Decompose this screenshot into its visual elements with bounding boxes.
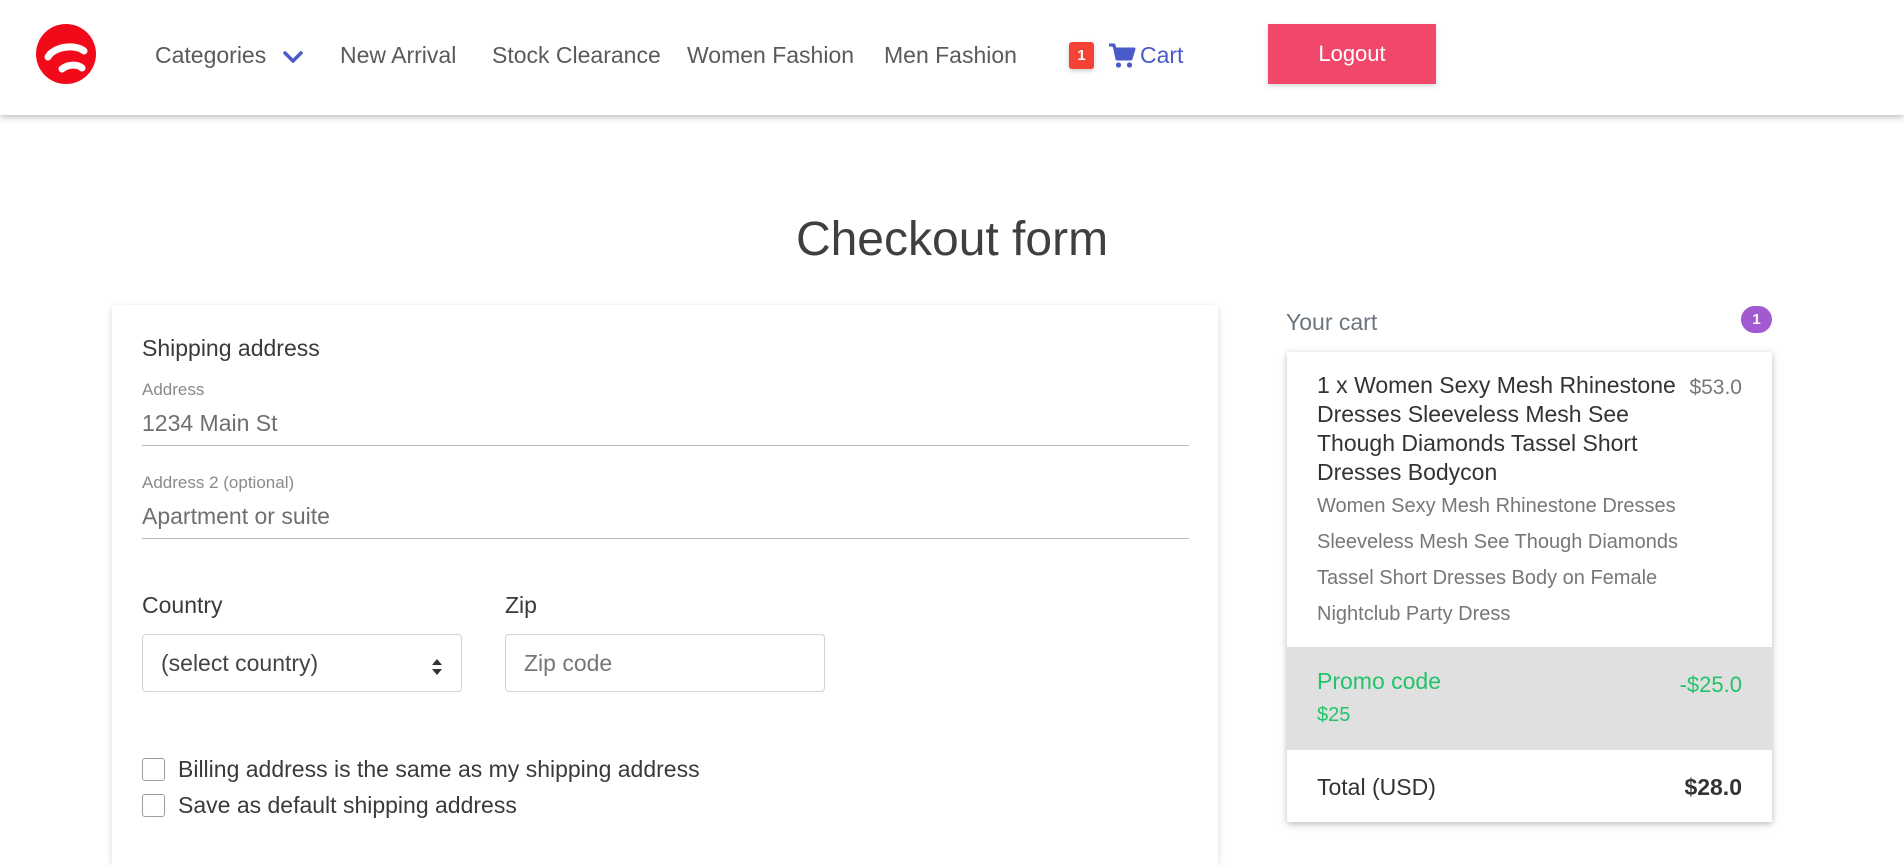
billing-same-label: Billing address is the same as my shippi…: [178, 756, 700, 782]
country-select-value: (select country): [161, 649, 319, 676]
nav-women-fashion[interactable]: Women Fashion: [687, 42, 854, 69]
address-label: Address: [142, 380, 205, 399]
logout-button[interactable]: Logout: [1268, 24, 1436, 84]
promo-code-value: $25: [1317, 704, 1351, 726]
select-arrows-icon: [431, 655, 443, 675]
promo-row: Promo code $25 -$25.0: [1287, 648, 1772, 750]
billing-same-checkbox[interactable]: [142, 758, 165, 781]
nav-cart[interactable]: 1 Cart: [1069, 42, 1183, 69]
address-input[interactable]: [142, 402, 1189, 446]
cart-item-title: 1 x Women Sexy Mesh Rhinestone Dresses S…: [1317, 372, 1676, 485]
address2-label: Address 2 (optional): [142, 473, 295, 492]
cart-item: 1 x Women Sexy Mesh Rhinestone Dresses S…: [1287, 352, 1772, 648]
save-default-checkbox[interactable]: [142, 794, 165, 817]
chevron-down-icon: [282, 43, 303, 70]
nav-categories-label: Categories: [155, 42, 267, 68]
country-label: Country: [142, 592, 223, 618]
shipping-form-card: Shipping address Address Address 2 (opti…: [112, 305, 1218, 865]
save-default-label: Save as default shipping address: [178, 792, 517, 818]
cart-label: Cart: [1140, 42, 1184, 68]
shopping-cart-icon: [1108, 43, 1136, 69]
total-label: Total (USD): [1317, 774, 1436, 800]
nav-men-fashion[interactable]: Men Fashion: [884, 42, 1017, 69]
shipping-section-title: Shipping address: [142, 335, 320, 361]
total-row: Total (USD) $28.0: [1287, 750, 1772, 822]
country-select[interactable]: (select country): [142, 634, 462, 692]
page-title: Checkout form: [795, 213, 1109, 266]
nav-stock-clearance[interactable]: Stock Clearance: [492, 42, 661, 69]
save-default-checkbox-row[interactable]: Save as default shipping address: [142, 792, 517, 819]
zip-label: Zip: [505, 592, 537, 618]
cart-heading: Your cart: [1286, 309, 1378, 335]
cart-summary-list: 1 x Women Sexy Mesh Rhinestone Dresses S…: [1287, 352, 1772, 822]
cart-count-badge: 1: [1069, 42, 1094, 69]
zip-input[interactable]: [505, 634, 825, 692]
total-amount: $28.0: [1684, 774, 1742, 800]
billing-same-checkbox-row[interactable]: Billing address is the same as my shippi…: [142, 756, 700, 783]
promo-discount: -$25.0: [1679, 672, 1742, 697]
navbar: Categories New Arrival Stock Clearance W…: [0, 0, 1904, 115]
cart-item-description: Women Sexy Mesh Rhinestone Dresses Sleev…: [1317, 495, 1678, 625]
cart-count-pill: 1: [1741, 306, 1772, 333]
cart-item-price: $53.0: [1689, 376, 1742, 399]
address2-input[interactable]: [142, 495, 1189, 539]
promo-title: Promo code: [1317, 668, 1442, 694]
brand-logo-icon[interactable]: [34, 24, 98, 84]
nav-new-arrival[interactable]: New Arrival: [340, 42, 456, 69]
nav-categories[interactable]: Categories: [155, 42, 303, 70]
